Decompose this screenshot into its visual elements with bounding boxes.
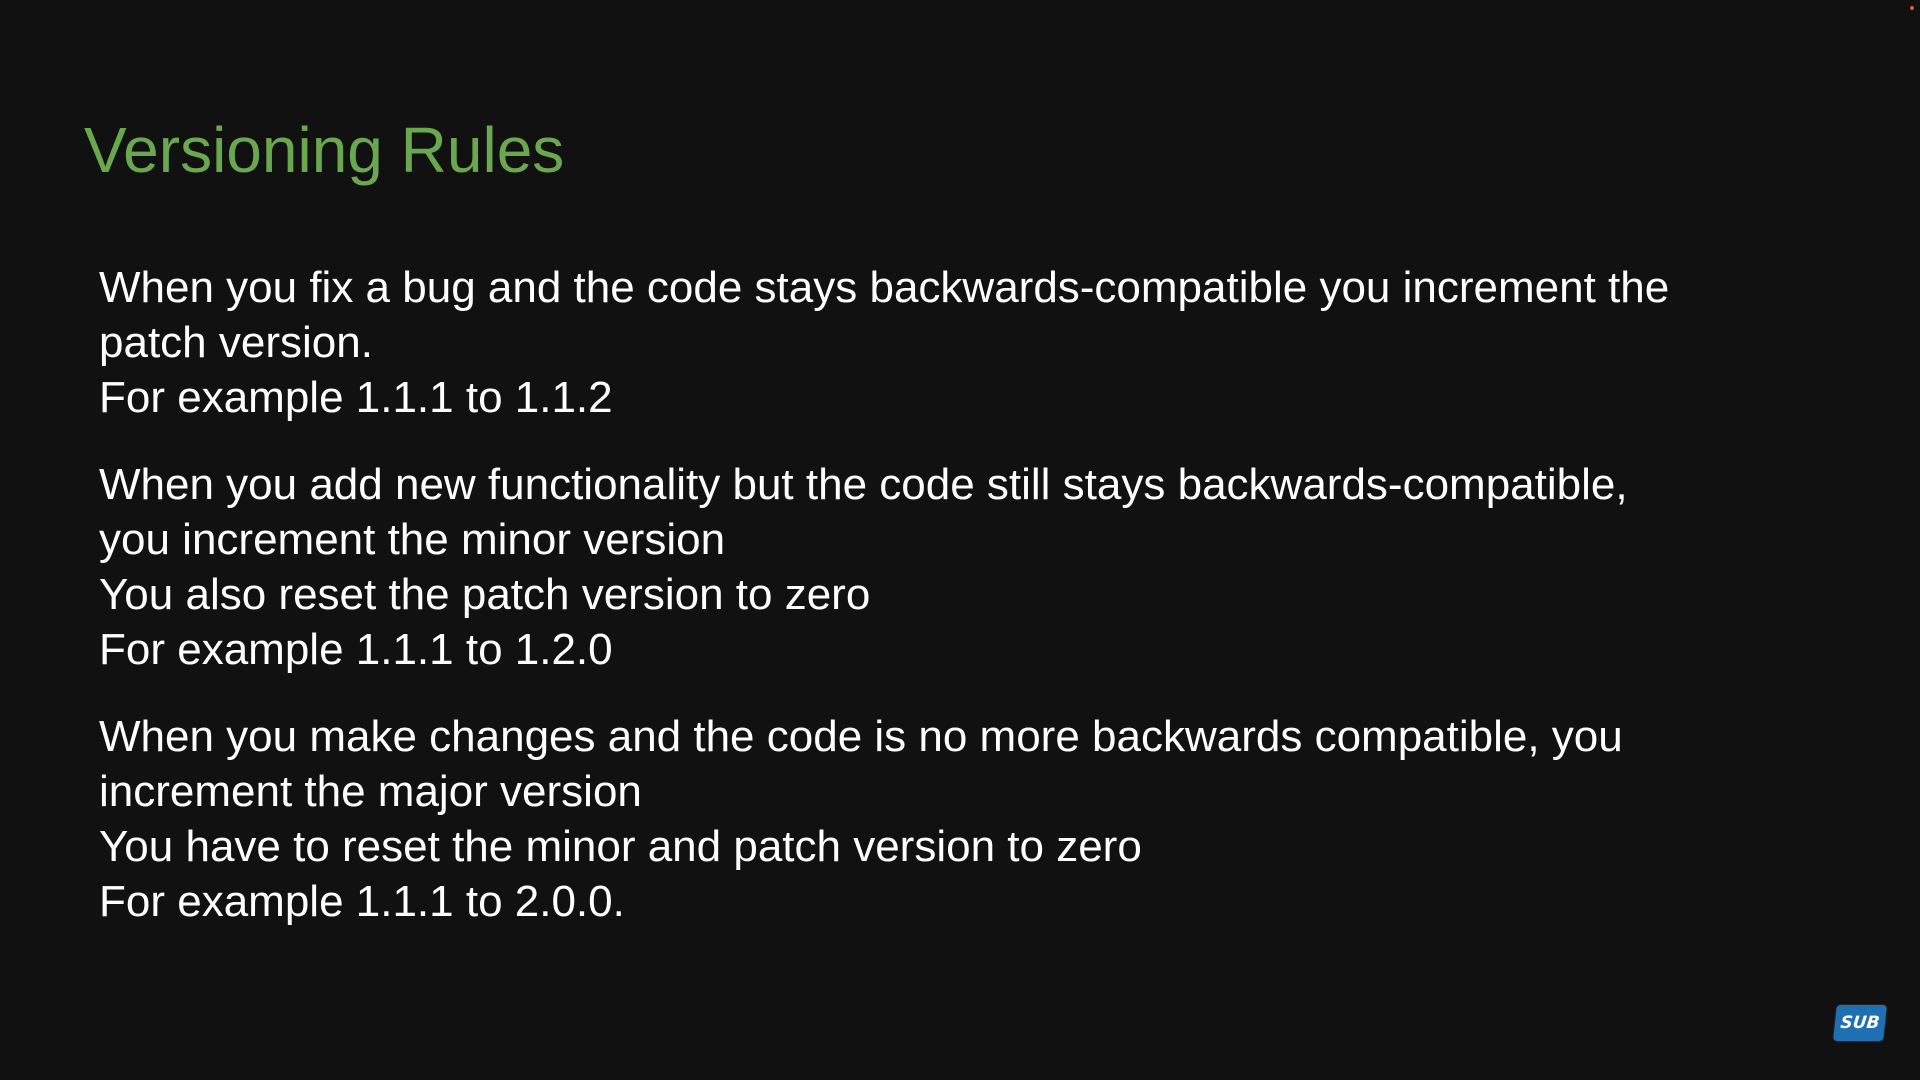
rule-line: increment the major version — [99, 767, 642, 816]
rule-major: When you make changes and the code is no… — [99, 709, 1859, 929]
subscribe-badge-icon[interactable]: SUB — [1833, 1005, 1887, 1041]
slide-title: Versioning Rules — [84, 114, 565, 186]
rule-line: When you fix a bug and the code stays ba… — [99, 263, 1670, 312]
rule-line: You have to reset the minor and patch ve… — [99, 822, 1142, 871]
rule-line: you increment the minor version — [99, 515, 726, 564]
rule-example: For example 1.1.1 to 1.2.0 — [99, 625, 613, 674]
rule-line: patch version. — [99, 318, 373, 367]
rule-line: When you make changes and the code is no… — [99, 712, 1623, 761]
rule-minor: When you add new functionality but the c… — [99, 457, 1859, 677]
rule-patch: When you fix a bug and the code stays ba… — [99, 260, 1859, 425]
slide: Versioning Rules When you fix a bug and … — [0, 0, 1920, 1080]
rule-line: When you add new functionality but the c… — [99, 460, 1628, 509]
recording-dot-icon — [1910, 6, 1914, 10]
rule-example: For example 1.1.1 to 2.0.0. — [99, 877, 625, 926]
rule-example: For example 1.1.1 to 1.1.2 — [99, 373, 613, 422]
rule-line: You also reset the patch version to zero — [99, 570, 871, 619]
slide-body: When you fix a bug and the code stays ba… — [99, 260, 1859, 961]
